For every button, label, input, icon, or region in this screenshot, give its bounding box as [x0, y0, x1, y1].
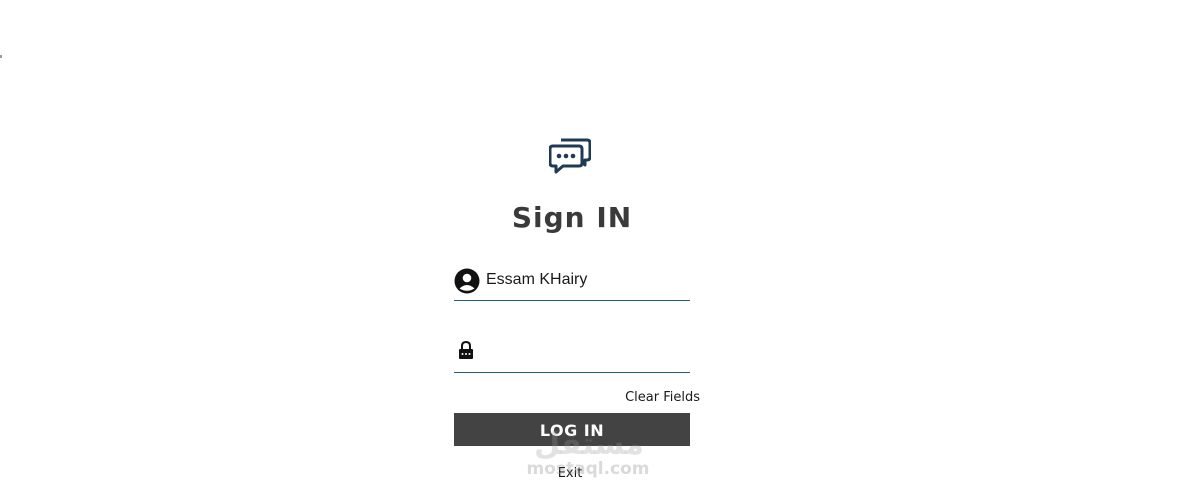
username-input[interactable]	[486, 268, 686, 292]
username-field	[454, 266, 690, 301]
edge-artifact	[0, 55, 2, 58]
sign-in-window: Sign IN Clear Fields LOG IN Exit مستقل m…	[0, 0, 1179, 493]
password-field	[454, 338, 690, 373]
user-avatar-icon	[454, 268, 480, 294]
clear-fields-link[interactable]: Clear Fields	[560, 390, 700, 405]
padlock-icon	[459, 340, 473, 359]
login-button[interactable]: LOG IN	[454, 413, 690, 446]
exit-link[interactable]: Exit	[520, 466, 620, 481]
chat-bubbles-icon	[549, 138, 591, 174]
password-input[interactable]	[486, 340, 686, 364]
page-title: Sign IN	[511, 201, 633, 234]
